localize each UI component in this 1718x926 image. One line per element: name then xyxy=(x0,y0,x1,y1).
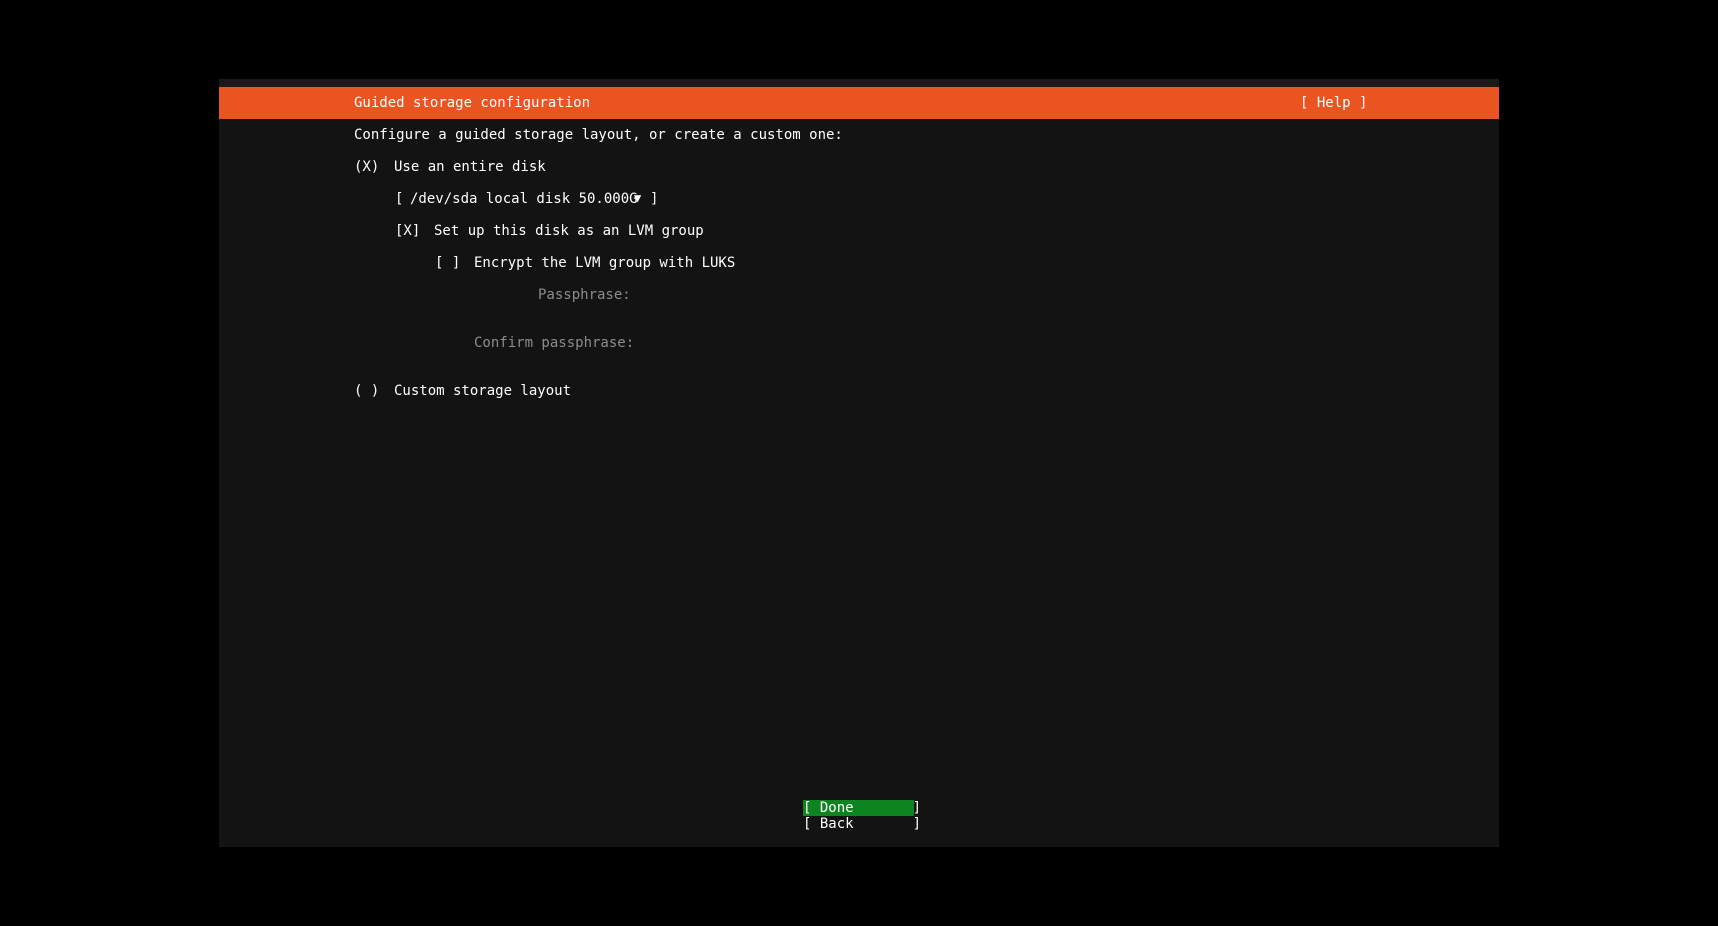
entire-disk-label: Use an entire disk xyxy=(394,159,546,175)
intro-text: Configure a guided storage layout, or cr… xyxy=(354,127,843,143)
disk-select-open-bracket: [ xyxy=(395,191,404,207)
custom-layout-radio[interactable]: ( ) xyxy=(354,382,379,400)
help-button[interactable]: [ Help ] xyxy=(1300,94,1367,112)
disk-select-value[interactable]: /dev/sda local disk 50.000G xyxy=(410,190,638,208)
luks-checkbox[interactable]: [ ] xyxy=(435,254,460,272)
custom-layout-label: Custom storage layout xyxy=(394,383,572,399)
luks-label: Encrypt the LVM group with LUKS xyxy=(474,255,736,271)
lvm-label: Set up this disk as an LVM group xyxy=(434,223,704,239)
disk-select-close-bracket: ] xyxy=(650,191,659,207)
lvm-checkbox[interactable]: [X] xyxy=(395,222,420,240)
page-title: Guided storage configuration xyxy=(354,95,591,111)
installer-screen: Guided storage configuration [ Help ] Co… xyxy=(219,79,1499,847)
passphrase-label: Passphrase: xyxy=(538,287,631,303)
back-button[interactable]: [ Back ] xyxy=(803,816,921,832)
header-bar: Guided storage configuration [ Help ] xyxy=(219,87,1499,119)
top-strip xyxy=(219,79,1499,87)
confirm-passphrase-label: Confirm passphrase: xyxy=(474,335,635,351)
chevron-down-icon[interactable]: ▼ xyxy=(634,189,641,207)
entire-disk-radio[interactable]: (X) xyxy=(354,158,379,176)
done-button[interactable]: [ Done ] xyxy=(803,800,921,816)
